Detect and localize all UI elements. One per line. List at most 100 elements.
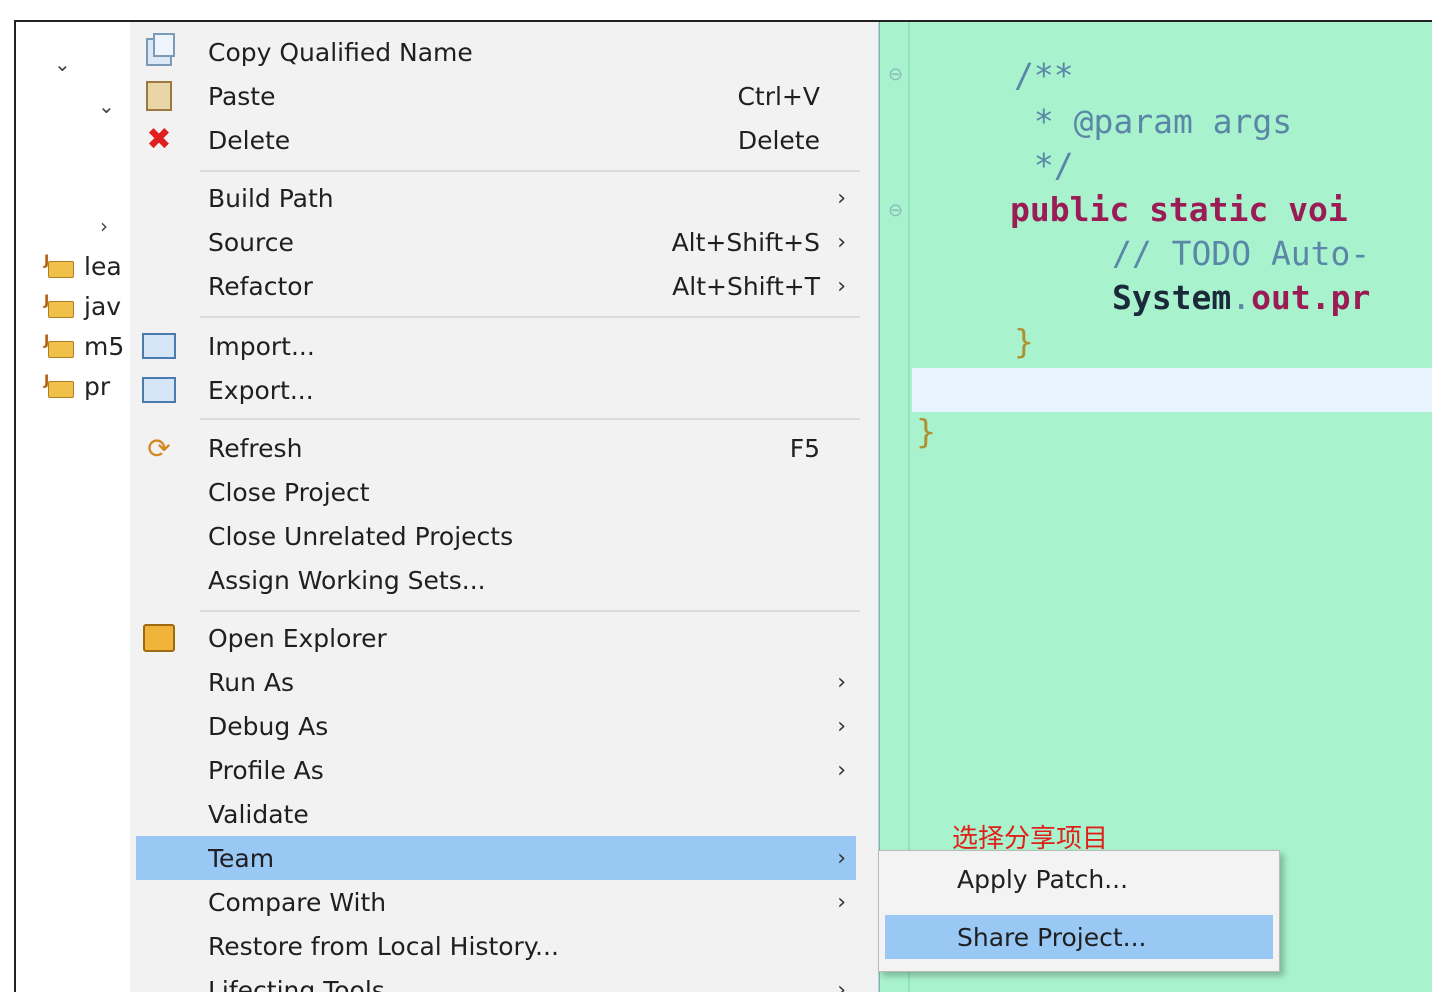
menu-item-lifecting-tools[interactable]: Lifecting Tools › bbox=[136, 968, 856, 992]
menu-separator bbox=[200, 316, 860, 318]
project-icon: J bbox=[46, 335, 76, 357]
chevron-down-icon[interactable]: ⌄ bbox=[98, 94, 115, 118]
menu-item-label: Export... bbox=[208, 376, 314, 405]
code-brace: } bbox=[1014, 322, 1034, 361]
menu-item-shortcut: Alt+Shift+T bbox=[672, 272, 820, 301]
menu-item-label: Import... bbox=[208, 332, 315, 361]
menu-item-compare-with[interactable]: Compare With › bbox=[136, 880, 856, 924]
menu-item-label: Copy Qualified Name bbox=[208, 38, 473, 67]
tree-item-project[interactable]: J jav bbox=[46, 290, 121, 322]
menu-item-debug-as[interactable]: Debug As › bbox=[136, 704, 856, 748]
menu-item-label: Refresh bbox=[208, 434, 302, 463]
menu-item-delete[interactable]: ✖ Delete Delete bbox=[136, 118, 856, 162]
menu-separator bbox=[200, 610, 860, 612]
menu-item-copy-qualified-name[interactable]: Copy Qualified Name bbox=[136, 30, 856, 74]
chevron-right-icon: › bbox=[837, 274, 846, 299]
code-dot: . bbox=[1231, 278, 1251, 317]
code-brace: } bbox=[916, 412, 936, 451]
menu-item-label: Refactor bbox=[208, 272, 313, 301]
menu-item-close-unrelated-projects[interactable]: Close Unrelated Projects bbox=[136, 514, 856, 558]
tree-item-label: jav bbox=[84, 292, 121, 321]
tree-item-project[interactable]: J lea bbox=[46, 250, 122, 282]
menu-item-shortcut: Delete bbox=[738, 126, 820, 155]
menu-item-label: Assign Working Sets... bbox=[208, 566, 486, 595]
code-comment: * @param args bbox=[1014, 102, 1292, 141]
menu-item-profile-as[interactable]: Profile As › bbox=[136, 748, 856, 792]
menu-item-label: Close Project bbox=[208, 478, 370, 507]
menu-item-close-project[interactable]: Close Project bbox=[136, 470, 856, 514]
menu-item-label: Profile As bbox=[208, 756, 324, 785]
menu-item-export[interactable]: Export... bbox=[136, 368, 856, 412]
export-icon bbox=[142, 373, 176, 407]
chevron-right-icon: › bbox=[837, 670, 846, 695]
submenu-item-share-project[interactable]: Share Project... bbox=[885, 915, 1273, 959]
menu-separator bbox=[200, 418, 860, 420]
menu-item-label: Share Project... bbox=[957, 923, 1146, 952]
menu-item-paste[interactable]: Paste Ctrl+V bbox=[136, 74, 856, 118]
open-explorer-icon bbox=[142, 621, 176, 655]
tree-item-label: m5 bbox=[84, 332, 124, 361]
ide-window: ⌄ ⌄ › J lea J jav J m5 J pr ⊖ ⊖ /** * @p… bbox=[14, 20, 1432, 992]
project-icon: J bbox=[46, 375, 76, 397]
code-field: out bbox=[1251, 278, 1311, 317]
menu-item-import[interactable]: Import... bbox=[136, 324, 856, 368]
copy-icon bbox=[142, 35, 176, 69]
project-icon: J bbox=[46, 295, 76, 317]
context-menu: Copy Qualified Name Paste Ctrl+V ✖ Delet… bbox=[130, 22, 879, 992]
chevron-right-icon: › bbox=[837, 758, 846, 783]
tree-item-project[interactable]: J pr bbox=[46, 370, 110, 402]
chevron-right-icon: › bbox=[837, 186, 846, 211]
menu-item-refresh[interactable]: ⟳ Refresh F5 bbox=[136, 426, 856, 470]
menu-item-open-explorer[interactable]: Open Explorer bbox=[136, 616, 856, 660]
team-submenu: Apply Patch... Share Project... bbox=[878, 850, 1280, 972]
menu-item-label: Run As bbox=[208, 668, 294, 697]
menu-item-label: Validate bbox=[208, 800, 309, 829]
fold-icon[interactable]: ⊖ bbox=[888, 200, 903, 221]
code-comment: /** bbox=[1014, 56, 1074, 95]
editor-gutter bbox=[908, 22, 910, 992]
submenu-item-apply-patch[interactable]: Apply Patch... bbox=[885, 857, 1273, 901]
menu-item-shortcut: Alt+Shift+S bbox=[672, 228, 820, 257]
menu-item-restore-local-history[interactable]: Restore from Local History... bbox=[136, 924, 856, 968]
menu-item-label: Delete bbox=[208, 126, 290, 155]
tree-item-label: lea bbox=[84, 252, 122, 281]
code-class: System bbox=[1112, 278, 1231, 317]
chevron-down-icon[interactable]: ⌄ bbox=[54, 52, 71, 76]
menu-item-label: Team bbox=[208, 844, 274, 873]
menu-item-label: Debug As bbox=[208, 712, 328, 741]
menu-item-label: Source bbox=[208, 228, 294, 257]
code-todo-comment: // TODO Auto- bbox=[1112, 234, 1370, 273]
chevron-right-icon: › bbox=[837, 890, 846, 915]
project-explorer: ⌄ ⌄ › J lea J jav J m5 J pr bbox=[16, 22, 146, 992]
fold-icon[interactable]: ⊖ bbox=[888, 64, 903, 85]
menu-item-shortcut: F5 bbox=[790, 434, 820, 463]
menu-item-label: Paste bbox=[208, 82, 275, 111]
import-icon bbox=[142, 329, 176, 363]
tree-item-project[interactable]: J m5 bbox=[46, 330, 124, 362]
menu-item-label: Close Unrelated Projects bbox=[208, 522, 513, 551]
paste-icon bbox=[142, 79, 176, 113]
menu-item-build-path[interactable]: Build Path › bbox=[136, 176, 856, 220]
refresh-icon: ⟳ bbox=[142, 431, 176, 465]
menu-item-label: Build Path bbox=[208, 184, 334, 213]
menu-item-refactor[interactable]: Refactor Alt+Shift+T › bbox=[136, 264, 856, 308]
chevron-right-icon[interactable]: › bbox=[100, 214, 108, 238]
menu-item-label: Apply Patch... bbox=[957, 865, 1128, 894]
current-line-highlight bbox=[912, 368, 1432, 412]
chevron-right-icon: › bbox=[837, 230, 846, 255]
menu-item-shortcut: Ctrl+V bbox=[737, 82, 820, 111]
menu-item-source[interactable]: Source Alt+Shift+S › bbox=[136, 220, 856, 264]
menu-item-validate[interactable]: Validate bbox=[136, 792, 856, 836]
menu-item-label: Compare With bbox=[208, 888, 386, 917]
menu-item-label: Restore from Local History... bbox=[208, 932, 559, 961]
menu-item-run-as[interactable]: Run As › bbox=[136, 660, 856, 704]
project-icon: J bbox=[46, 255, 76, 277]
code-method: .pr bbox=[1311, 278, 1371, 317]
chevron-right-icon: › bbox=[837, 714, 846, 739]
delete-icon: ✖ bbox=[142, 123, 176, 157]
menu-separator bbox=[200, 170, 860, 172]
menu-item-assign-working-sets[interactable]: Assign Working Sets... bbox=[136, 558, 856, 602]
menu-item-team[interactable]: Team › bbox=[136, 836, 856, 880]
code-statement: System.out.pr bbox=[1112, 278, 1370, 317]
code-comment: */ bbox=[1014, 146, 1074, 185]
